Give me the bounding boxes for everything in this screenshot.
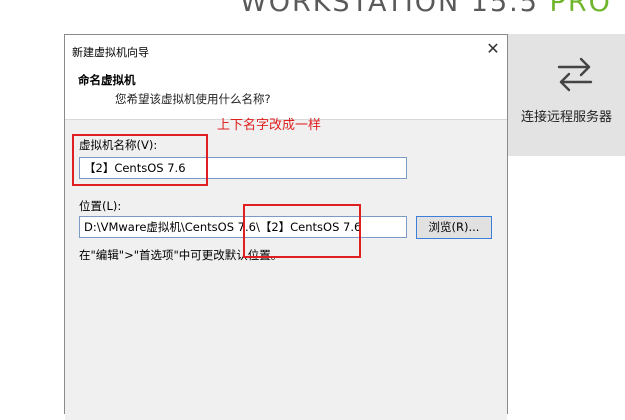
annotation-text: 上下名字改成一样 [217, 118, 322, 133]
swap-arrows-icon [557, 57, 593, 92]
background-area [0, 34, 64, 400]
dialog-header: 新建虚拟机向导 ✕ 命名虚拟机 您希望该虚拟机使用什么名称? [65, 35, 507, 120]
location-label: 位置(L): [79, 199, 122, 213]
annotation-box-location [243, 204, 361, 258]
product-badge: PRO [549, 0, 612, 18]
close-button[interactable]: ✕ [485, 41, 501, 57]
window-title: 新建虚拟机向导 [72, 46, 149, 59]
step-subtitle: 您希望该虚拟机使用什么名称? [115, 92, 271, 106]
browse-button[interactable]: 浏览(R)... [416, 216, 492, 239]
annotation-box-name [72, 134, 208, 186]
remote-server-label: 连接远程服务器 [520, 110, 612, 125]
connect-remote-server-tile[interactable]: 连接远程服务器 [508, 34, 625, 156]
product-title-text: WORKSTATION 15.5 [240, 0, 539, 18]
step-title: 命名虚拟机 [78, 73, 136, 87]
product-title: WORKSTATION 15.5 PRO [240, 0, 612, 18]
